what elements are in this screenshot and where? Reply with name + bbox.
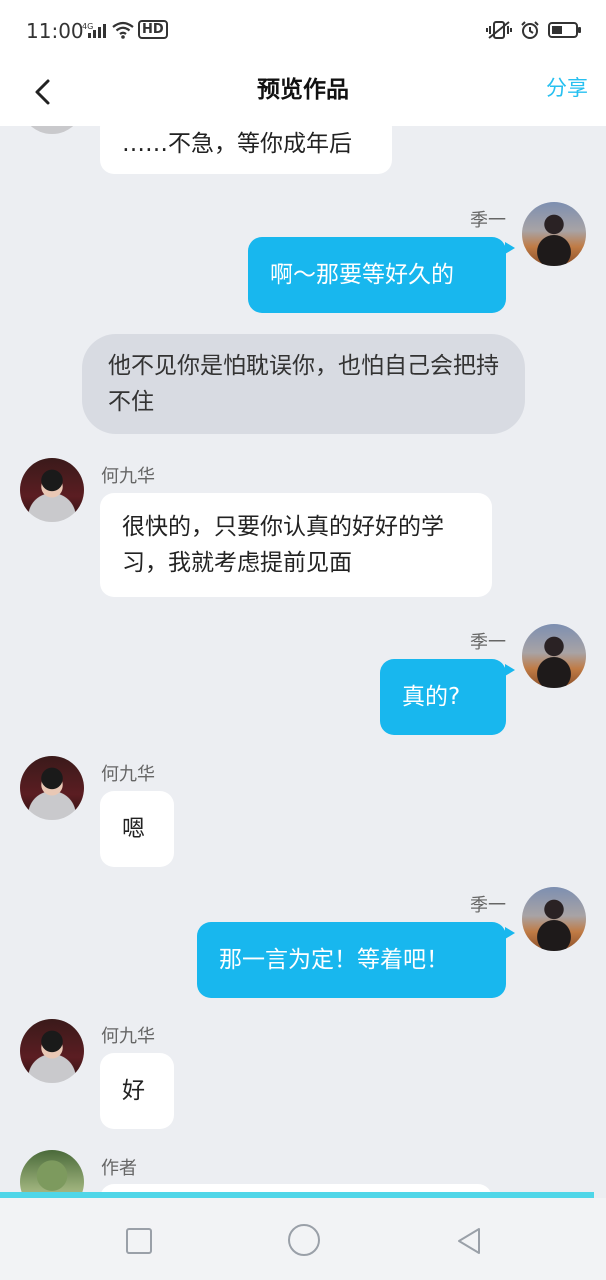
bubble-tail [505, 927, 515, 939]
avatar[interactable] [522, 624, 586, 688]
nav-bar: 预览作品 分享 [0, 58, 606, 126]
bubble-tail [505, 242, 515, 254]
status-left-icons: 4G HD [82, 20, 168, 39]
status-right-icons [486, 20, 582, 40]
sender-name: 何九华 [101, 764, 155, 785]
avatar[interactable] [20, 756, 84, 820]
message-bubble: 很快的，只要你认真的好好的学习，我就考虑提前见面 [100, 493, 492, 597]
avatar[interactable] [20, 458, 84, 522]
wifi-icon [112, 21, 134, 39]
home-button[interactable] [288, 1224, 320, 1256]
bubble-tail [505, 664, 515, 676]
avatar[interactable] [522, 202, 586, 266]
avatar[interactable] [20, 1019, 84, 1083]
sender-name: 作者 [101, 1158, 137, 1179]
battery-icon [548, 22, 581, 38]
chat-area[interactable]: ……不急，等你成年后 季一 啊～那要等好久的 他不见你是怕耽误你，也怕自己会把持… [0, 126, 606, 1194]
sender-name: 季一 [470, 632, 506, 653]
signal-icon: 4G [82, 22, 106, 38]
system-nav-bar [0, 1198, 606, 1280]
avatar[interactable] [20, 126, 84, 134]
avatar[interactable] [522, 887, 586, 951]
back-triangle-icon[interactable] [456, 1226, 482, 1256]
message-bubble: 真的? [380, 659, 506, 735]
hd-icon: HD [138, 20, 168, 39]
message-bubble: 嗯 [100, 791, 174, 867]
status-time: 11:00 [26, 19, 84, 43]
avatar[interactable] [20, 1150, 84, 1194]
status-bar: 11:00 4G HD [0, 0, 606, 58]
sender-name: 季一 [470, 210, 506, 231]
sender-name: 何九华 [101, 1026, 155, 1047]
narration-bubble: 他不见你是怕耽误你，也怕自己会把持不住 [82, 334, 525, 434]
page-title: 预览作品 [257, 77, 349, 103]
message-bubble: 好 [100, 1053, 174, 1129]
alarm-icon [521, 21, 539, 39]
svg-text:4G: 4G [82, 22, 93, 31]
message-bubble: ……不急，等你成年后 [100, 126, 392, 174]
share-button[interactable]: 分享 [546, 72, 588, 102]
sender-name: 季一 [470, 895, 506, 916]
sender-name: 何九华 [101, 466, 155, 487]
vibrate-icon [486, 21, 512, 39]
message-bubble: 那一言为定！等着吧！ [197, 922, 506, 998]
message-bubble: 啊～那要等好久的 [248, 237, 506, 313]
recent-apps-button[interactable] [126, 1228, 152, 1254]
